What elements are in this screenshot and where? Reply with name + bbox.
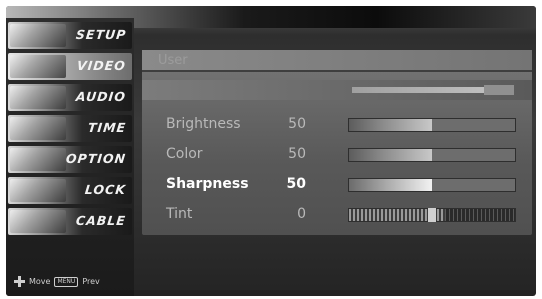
setting-value: 50 xyxy=(288,146,306,162)
sidebar-item-cable[interactable]: CABLE xyxy=(8,208,132,235)
level-bar[interactable] xyxy=(348,148,516,162)
header-knob xyxy=(484,85,514,95)
sidebar-item-option[interactable]: OPTION xyxy=(8,146,132,173)
setting-value: 0 xyxy=(297,206,306,222)
picture-mode-row[interactable]: User xyxy=(142,50,532,72)
option-icon xyxy=(10,148,66,171)
sidebar: SETUP VIDEO AUDIO TIME OPTION LOCK CABLE xyxy=(6,18,134,296)
sidebar-item-label: AUDIO xyxy=(75,89,127,104)
setting-row-color[interactable]: Color 50 xyxy=(142,140,532,170)
setting-name: Brightness xyxy=(166,116,241,132)
sidebar-item-time[interactable]: TIME xyxy=(8,115,132,142)
sidebar-item-label: VIDEO xyxy=(76,58,127,73)
header-bar xyxy=(352,87,492,93)
setting-value: 50 xyxy=(286,176,306,192)
level-rest xyxy=(432,179,515,191)
sidebar-item-label: LOCK xyxy=(84,182,127,197)
sidebar-item-audio[interactable]: AUDIO xyxy=(8,84,132,111)
level-fill xyxy=(349,119,432,131)
move-icon xyxy=(14,276,25,287)
lock-icon xyxy=(10,179,66,202)
tv-menu-screen: SETUP VIDEO AUDIO TIME OPTION LOCK CABLE xyxy=(6,6,536,296)
video-icon xyxy=(10,55,66,78)
level-rest xyxy=(432,119,515,131)
sidebar-footer: Move MENU Prev xyxy=(14,276,100,287)
video-settings-panel: User Brightness 50 Color 50 Sharpness 50 xyxy=(138,28,536,296)
level-fill xyxy=(349,149,432,161)
setup-icon xyxy=(10,24,66,47)
prev-label: Prev xyxy=(82,277,100,286)
setting-row-sharpness[interactable]: Sharpness 50 xyxy=(142,170,532,200)
level-bar[interactable] xyxy=(348,178,516,192)
sidebar-item-label: TIME xyxy=(87,120,127,135)
sidebar-item-label: SETUP xyxy=(74,27,127,42)
level-rest xyxy=(432,149,515,161)
setting-row-tint[interactable]: Tint 0 xyxy=(142,200,532,230)
cable-icon xyxy=(10,210,66,233)
sidebar-item-label: CABLE xyxy=(75,213,127,228)
menu-key-icon: MENU xyxy=(54,276,79,287)
setting-name: Color xyxy=(166,146,203,162)
setting-name: Sharpness xyxy=(166,176,249,192)
tint-scale-right xyxy=(445,209,515,221)
setting-value: 50 xyxy=(288,116,306,132)
setting-row-brightness[interactable]: Brightness 50 xyxy=(142,110,532,140)
sidebar-item-setup[interactable]: SETUP xyxy=(8,22,132,49)
setting-name: Tint xyxy=(166,206,193,222)
tint-scale[interactable] xyxy=(348,208,516,222)
level-fill xyxy=(349,179,432,191)
audio-icon xyxy=(10,86,66,109)
picture-mode-label: User xyxy=(158,53,188,68)
level-bar[interactable] xyxy=(348,118,516,132)
header-strip xyxy=(142,80,532,100)
sidebar-item-lock[interactable]: LOCK xyxy=(8,177,132,204)
sidebar-item-label: OPTION xyxy=(65,151,127,166)
time-icon xyxy=(10,117,66,140)
tint-marker xyxy=(428,208,436,222)
move-label: Move xyxy=(29,277,51,286)
sidebar-item-video[interactable]: VIDEO xyxy=(8,53,132,80)
